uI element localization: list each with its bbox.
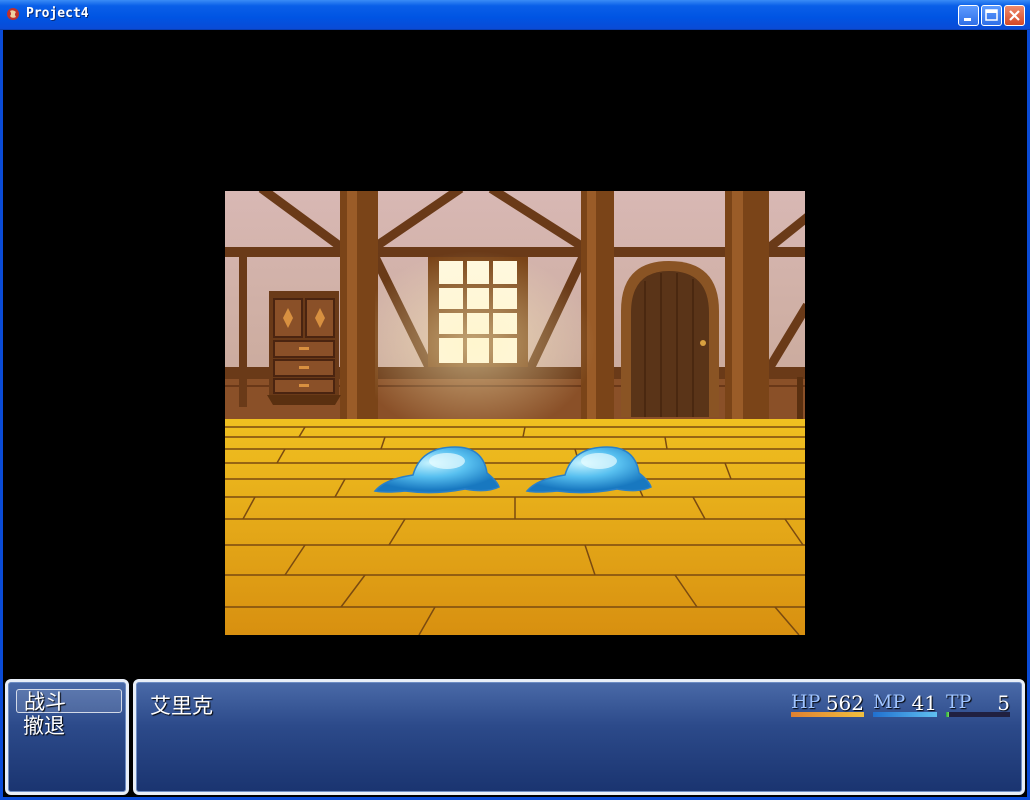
title-bar[interactable]: Project4: [0, 0, 1030, 30]
app-icon: [7, 8, 19, 20]
close-icon: [1009, 10, 1020, 21]
minimize-icon: [964, 18, 971, 21]
hp-label: HP: [791, 691, 821, 713]
battle-status-window: 艾里克 HP 562 MP 41 TP 5: [133, 679, 1025, 795]
window-title: Project4: [26, 6, 89, 21]
wooden-room-scene: [225, 191, 805, 635]
window-frame-left: [0, 30, 3, 800]
mp-label: MP: [873, 691, 906, 713]
maximize-icon: [985, 9, 998, 21]
mp-value: 41: [911, 691, 937, 715]
tp-value: 5: [997, 691, 1010, 715]
maximize-button[interactable]: [981, 5, 1002, 26]
battle-background: [225, 191, 805, 635]
actor-name[interactable]: 艾里克: [150, 690, 213, 720]
command-escape[interactable]: 撤退: [20, 714, 120, 738]
mp-gauge: MP 41: [873, 691, 937, 717]
hp-gauge: HP 562: [791, 691, 864, 717]
hp-value: 562: [825, 691, 864, 715]
minimize-button[interactable]: [958, 5, 979, 26]
command-fight[interactable]: 战斗: [16, 689, 122, 714]
tp-label: TP: [946, 691, 972, 713]
close-button[interactable]: [1004, 5, 1025, 26]
party-command-window: 战斗 撤退: [5, 679, 129, 795]
tp-gauge: TP 5: [946, 691, 1010, 717]
